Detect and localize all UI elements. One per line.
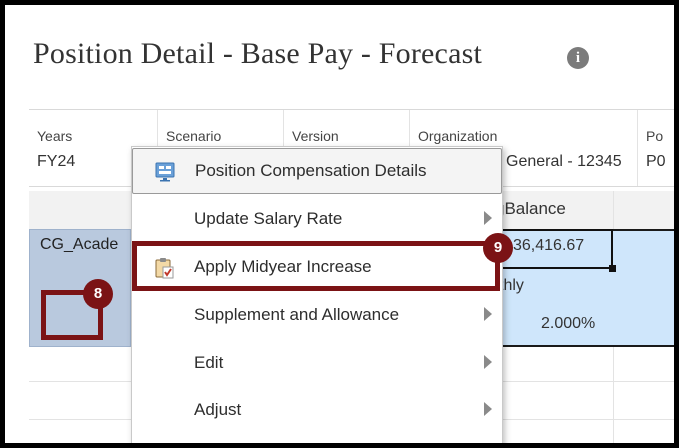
menu-item-supplement-and-allowance[interactable]: Supplement and Allowance	[132, 293, 502, 339]
menu-item-adjust[interactable]: Adjust	[132, 388, 502, 434]
menu-item-label: Adjust	[194, 400, 242, 419]
pov-value: General - 12345	[506, 153, 622, 170]
info-icon[interactable]: i	[567, 47, 589, 69]
pov-position[interactable]: Po P0	[637, 110, 674, 186]
column-header[interactable]: gBalance	[495, 199, 566, 219]
menu-item-label: Edit	[194, 353, 224, 372]
pov-label: Version	[292, 128, 339, 144]
rate-cell[interactable]: 2.000%	[541, 315, 595, 333]
menu-item-label: Position Compensation Details	[195, 161, 427, 180]
pov-label: Scenario	[166, 128, 222, 144]
chevron-right-icon	[484, 211, 492, 225]
pov-label: Years	[37, 128, 73, 144]
chevron-right-icon	[484, 402, 492, 416]
chevron-right-icon	[484, 355, 492, 369]
step-9-badge: 9	[483, 233, 513, 263]
pov-label: Po	[646, 128, 664, 144]
pov-value: P0	[646, 153, 666, 170]
menu-item-update-salary-rate[interactable]: Update Salary Rate	[132, 197, 502, 243]
menu-item-position-compensation-details[interactable]: Position Compensation Details	[132, 148, 502, 194]
fill-handle[interactable]	[609, 265, 616, 272]
menu-item-label: Update Salary Rate	[194, 209, 343, 228]
row-header: CG_Acade	[40, 236, 119, 253]
pov-label: Organization	[418, 128, 498, 144]
screenshot-frame: Position Detail - Base Pay - Forecast i …	[0, 0, 679, 448]
context-menu: Position Compensation Details Update Sal…	[131, 146, 503, 443]
menu-item-label: Supplement and Allowance	[194, 305, 400, 324]
callout-highlight-midyear	[132, 241, 500, 291]
step-8-badge: 8	[83, 279, 113, 309]
pov-value: FY24	[37, 153, 76, 170]
page-title: Position Detail - Base Pay - Forecast	[33, 37, 482, 70]
chevron-right-icon	[484, 307, 492, 321]
menu-item-edit[interactable]: Edit	[132, 341, 502, 387]
monitor-icon	[155, 162, 175, 182]
